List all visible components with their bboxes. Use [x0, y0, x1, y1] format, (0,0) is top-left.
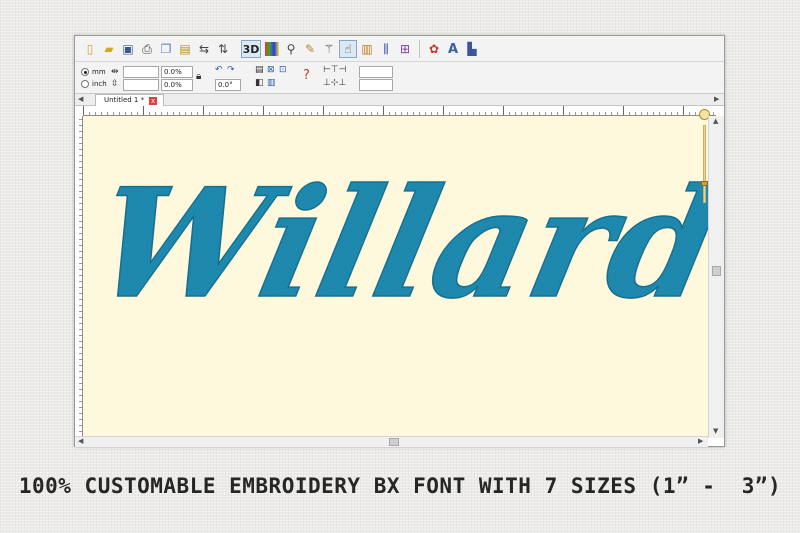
horizontal-ruler	[83, 106, 716, 116]
tab-scroll-left-icon[interactable]: ◀	[78, 96, 83, 103]
vertical-scrollbar[interactable]: ▲ ▼	[708, 116, 724, 438]
document-tab[interactable]: Untitled 1 * x	[95, 94, 165, 106]
horizontal-scrollbar[interactable]: ◀ ▶	[75, 436, 708, 447]
height-percent-field[interactable]: 0.0%	[161, 79, 193, 91]
file-tools: ▯ ▰ ▣ ⎙ ❐ ▤ ⇆ ⇅	[81, 39, 233, 59]
mirror-h-icon[interactable]: ⇆	[195, 40, 213, 58]
grid-icon[interactable]: ⊞	[396, 40, 414, 58]
rotation-field[interactable]: 0.0°	[215, 79, 241, 91]
align-edges-icon[interactable]: ⊢⊤⊣	[323, 66, 347, 75]
paste-icon[interactable]: ▤	[176, 40, 194, 58]
lettering-text[interactable]: Willard	[83, 155, 708, 333]
zoom-track[interactable]	[703, 125, 706, 203]
new-icon[interactable]: ▯	[81, 40, 99, 58]
radio-mm[interactable]	[81, 68, 89, 76]
zoom-icon[interactable]: ⚲	[282, 40, 300, 58]
stitch-list-icon[interactable]: ▥	[358, 40, 376, 58]
width-percent-field[interactable]: 0.0%	[161, 66, 193, 78]
lettering-tools: ✿ A ▙	[425, 39, 482, 59]
color-icon[interactable]	[265, 42, 279, 56]
design-canvas[interactable]: Willard	[83, 116, 708, 436]
align-left-icon[interactable]: ◧	[255, 79, 264, 88]
radio-inch[interactable]	[81, 80, 89, 88]
scroll-right-icon[interactable]: ▶	[698, 438, 703, 445]
horizontal-scroll-thumb[interactable]	[389, 438, 399, 446]
fit-icon[interactable]: ⊡	[279, 66, 287, 75]
node-icon[interactable]: ⚚	[320, 40, 338, 58]
view-tools: 3D ⚲ ✎ ⚚ ☝ ▥ ⫼ ⊞	[241, 39, 415, 59]
spacing-field-2[interactable]	[359, 79, 393, 91]
center-icon[interactable]: ⊠	[267, 66, 275, 75]
property-bar: mm inch ⇹ ⇳ 0.0% 0.0% 🔒︎ ↶ ↷ 0.0° ▤ ⊠ ⊡ …	[75, 62, 724, 94]
width-icon: ⇹	[111, 67, 119, 77]
scroll-up-icon[interactable]: ▲	[713, 118, 718, 125]
lettering-icon[interactable]: ▙	[463, 40, 481, 58]
toolbar-divider	[419, 40, 420, 58]
promo-caption: 100% CUSTOMABLE EMBROIDERY BX FONT WITH …	[18, 474, 782, 498]
vertical-scroll-thumb[interactable]	[712, 266, 721, 276]
main-toolbar: ▯ ▰ ▣ ⎙ ❐ ▤ ⇆ ⇅ 3D ⚲ ✎ ⚚ ☝ ▥ ⫼ ⊞ ✿ A ▙	[75, 36, 724, 62]
settings-icon[interactable]: ✿	[425, 40, 443, 58]
close-icon[interactable]: x	[149, 96, 158, 105]
help-icon[interactable]: ?	[303, 69, 310, 82]
height-field[interactable]	[123, 79, 159, 91]
width-field[interactable]	[123, 66, 159, 78]
stitch-player-icon[interactable]: ⫼	[377, 40, 395, 58]
unit-mm-option[interactable]: mm	[81, 68, 106, 76]
text-tool-button[interactable]: A	[444, 40, 462, 58]
tab-scroll-right-icon[interactable]: ▶	[714, 96, 719, 103]
height-icon: ⇳	[111, 79, 119, 89]
rotate-left-icon[interactable]: ↶	[215, 66, 223, 75]
print-icon[interactable]: ⎙	[138, 40, 156, 58]
embroidery-editor-window: ▯ ▰ ▣ ⎙ ❐ ▤ ⇆ ⇅ 3D ⚲ ✎ ⚚ ☝ ▥ ⫼ ⊞ ✿ A ▙ m…	[74, 35, 725, 447]
unit-inch-label: inch	[92, 80, 107, 88]
mirror-v-icon[interactable]: ⇅	[214, 40, 232, 58]
measure-icon[interactable]: ✎	[301, 40, 319, 58]
rotate-right-icon[interactable]: ↷	[227, 66, 235, 75]
embroidery-design[interactable]: Willard	[83, 116, 708, 436]
spacing-field-1[interactable]	[359, 66, 393, 78]
document-tab-bar: ◀ Untitled 1 * x ▶	[75, 94, 724, 106]
select-icon[interactable]: ☝	[339, 40, 357, 58]
align-top-icon[interactable]: ▤	[255, 66, 264, 75]
document-tab-title: Untitled 1 *	[104, 96, 145, 104]
open-icon[interactable]: ▰	[100, 40, 118, 58]
zoom-thumb[interactable]	[701, 181, 708, 186]
unit-mm-label: mm	[92, 68, 106, 76]
distribute-icon[interactable]: ▥	[267, 79, 276, 88]
align-middle-icon[interactable]: ⊥⊹⊥	[323, 79, 346, 88]
vertical-ruler	[75, 116, 83, 438]
save-icon[interactable]: ▣	[119, 40, 137, 58]
scroll-down-icon[interactable]: ▼	[713, 428, 718, 435]
3d-view-button[interactable]: 3D	[241, 40, 261, 58]
unit-inch-option[interactable]: inch	[81, 80, 107, 88]
copy-icon[interactable]: ❐	[157, 40, 175, 58]
lock-ratio-icon[interactable]: 🔒︎	[196, 72, 201, 82]
scroll-left-icon[interactable]: ◀	[78, 438, 83, 445]
